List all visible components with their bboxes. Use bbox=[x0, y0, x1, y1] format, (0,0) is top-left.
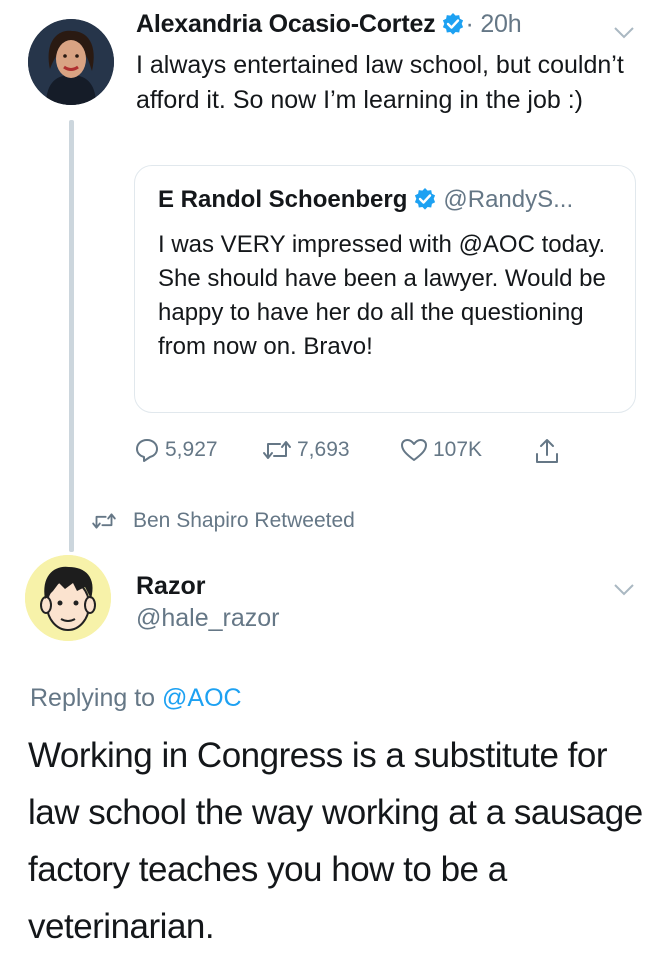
tweet-text: I always entertained law school, but cou… bbox=[136, 51, 624, 114]
reply-icon bbox=[136, 439, 158, 462]
like-icon bbox=[401, 439, 427, 461]
retweet-count: 7,693 bbox=[297, 438, 350, 461]
replying-to-line: Replying to @AOC bbox=[30, 684, 242, 713]
retweeted-by-text[interactable]: Ben Shapiro Retweeted bbox=[133, 509, 355, 533]
verified-badge-icon bbox=[413, 187, 437, 211]
replying-to-label: Replying to bbox=[30, 684, 156, 712]
retweet-icon bbox=[92, 513, 116, 529]
thread-connector-line bbox=[69, 120, 74, 552]
author-name[interactable]: Razor bbox=[136, 572, 205, 601]
author-name[interactable]: Alexandria Ocasio-Cortez bbox=[136, 10, 436, 38]
chevron-down-icon[interactable] bbox=[613, 26, 635, 40]
timestamp[interactable]: · 20h bbox=[465, 10, 521, 38]
share-icon bbox=[536, 439, 558, 463]
quoted-tweet-text: I was VERY impressed with @AOC today. Sh… bbox=[158, 231, 606, 360]
tweet-text: Working in Congress is a substitute for … bbox=[28, 736, 643, 946]
chevron-down-icon[interactable] bbox=[613, 583, 635, 597]
replying-to-mention[interactable]: @AOC bbox=[162, 684, 242, 712]
quoted-author-handle: @RandyS... bbox=[443, 186, 574, 213]
share-button[interactable] bbox=[534, 437, 565, 465]
verified-badge-icon bbox=[441, 12, 465, 36]
retweet-button[interactable]: 7,693 bbox=[262, 437, 350, 463]
tweet-header: Alexandria Ocasio-Cortez · 20h bbox=[136, 10, 522, 39]
quoted-author-name: E Randol Schoenberg bbox=[158, 186, 408, 213]
retweeted-by-label: Ben Shapiro Retweeted bbox=[91, 509, 355, 533]
like-button[interactable]: 107K bbox=[400, 437, 482, 463]
reply-button[interactable]: 5,927 bbox=[134, 437, 218, 463]
retweet-icon bbox=[263, 441, 291, 459]
author-handle[interactable]: @hale_razor bbox=[136, 604, 280, 633]
reply-count: 5,927 bbox=[165, 438, 218, 461]
avatar[interactable] bbox=[25, 555, 111, 641]
tweet-actions: 5,927 7,693 107K bbox=[134, 437, 574, 467]
avatar[interactable] bbox=[28, 19, 114, 105]
like-count: 107K bbox=[433, 438, 483, 461]
quoted-tweet-header: E Randol Schoenberg @RandyS... bbox=[158, 186, 573, 214]
